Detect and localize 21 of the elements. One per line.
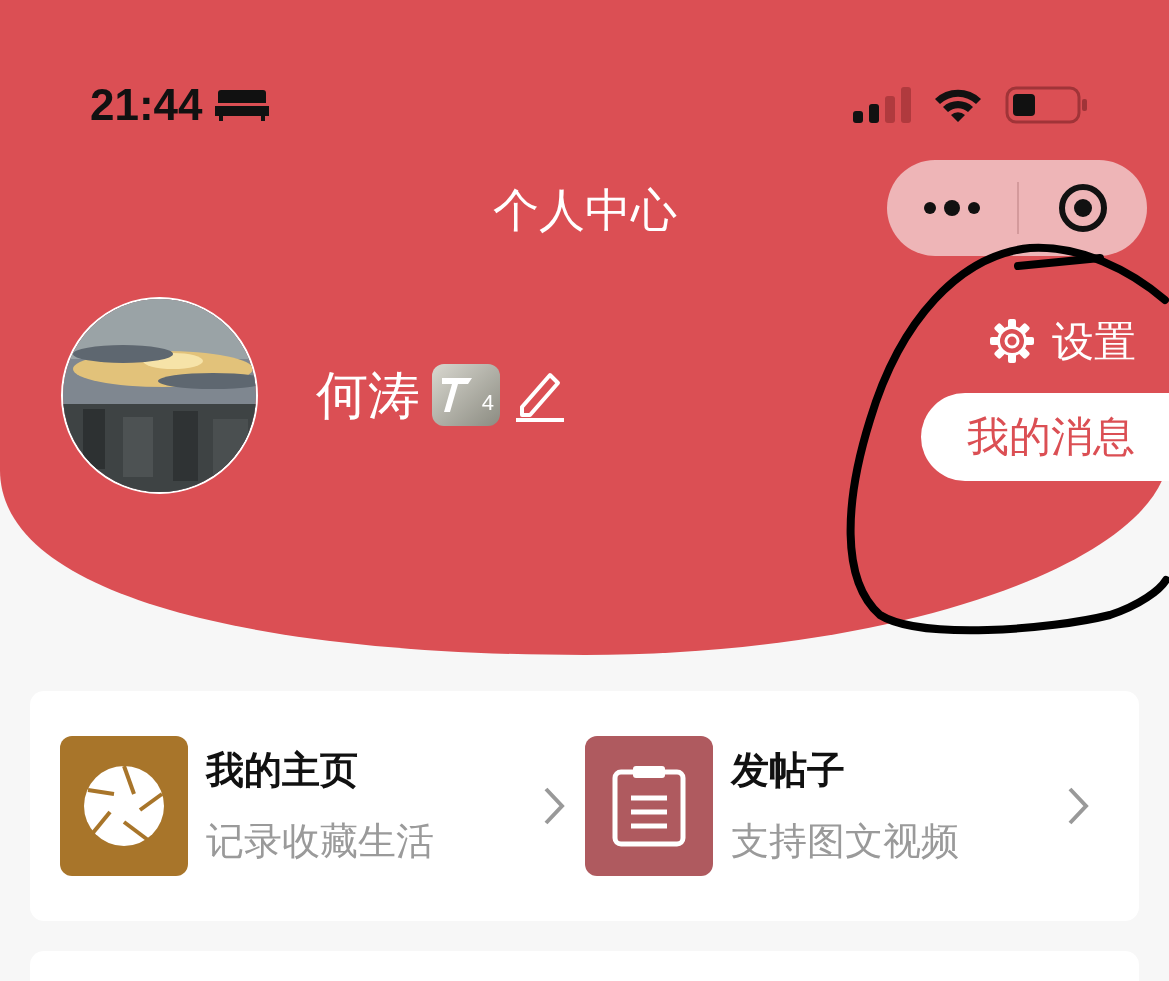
- chevron-right-icon[interactable]: [542, 786, 565, 826]
- shortcut-title[interactable]: 发帖子: [730, 742, 959, 799]
- shortcut-icon-tile[interactable]: [60, 736, 188, 876]
- level-badge: 4: [432, 364, 500, 426]
- aperture-icon: [82, 764, 166, 848]
- settings-link[interactable]: 设置: [1052, 309, 1136, 373]
- messages-button[interactable]: 我的消息: [921, 392, 1169, 481]
- user-name: 何涛: [316, 365, 420, 426]
- signal-icon: [853, 87, 911, 123]
- chevron-right-icon[interactable]: [1067, 786, 1089, 826]
- settings-icon[interactable]: [988, 317, 1036, 365]
- clipboard-icon: [610, 764, 687, 848]
- wifi-icon: [933, 87, 983, 123]
- shortcut-subtitle: 支持图文视频: [730, 819, 959, 864]
- battery-icon: [1005, 86, 1089, 124]
- shortcut-title[interactable]: 我的主页: [206, 742, 434, 799]
- status-time: 21:44: [90, 79, 203, 131]
- bed-icon: [214, 88, 269, 122]
- page-title: 个人中心: [492, 182, 677, 238]
- shortcut-subtitle: 记录收藏生活: [206, 819, 434, 864]
- shortcut-icon-tile[interactable]: [584, 736, 713, 876]
